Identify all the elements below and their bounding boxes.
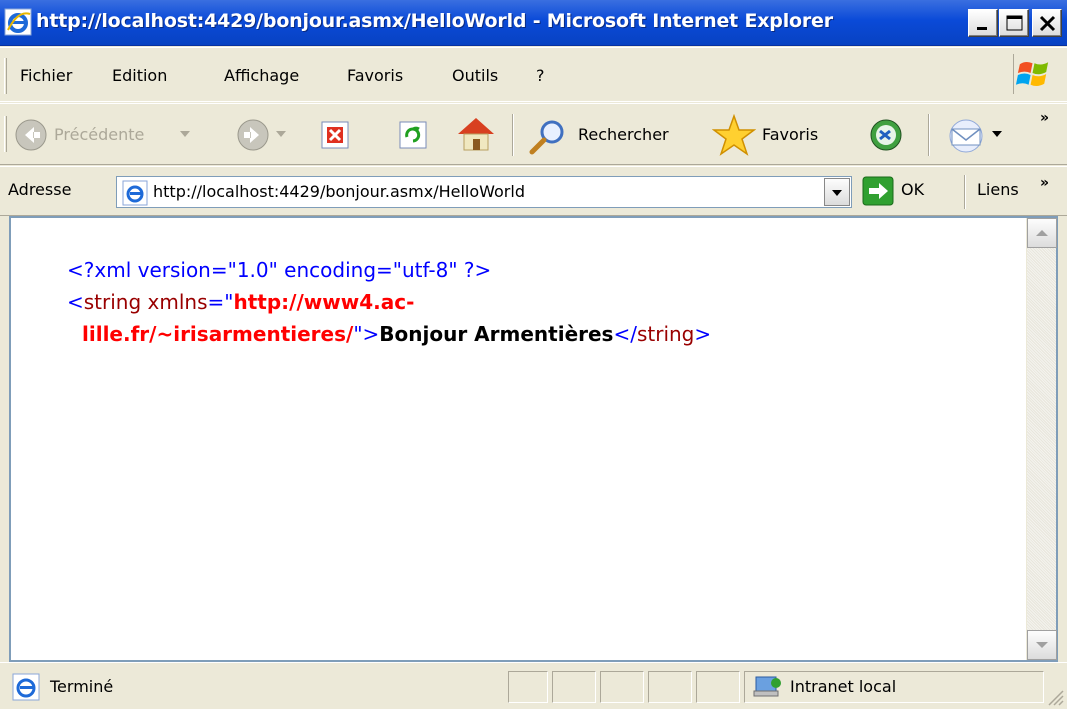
xml-text-value: Bonjour Armentières — [379, 322, 614, 346]
close-icon — [1039, 15, 1056, 32]
intranet-zone-icon — [753, 676, 781, 697]
page-done-icon — [12, 673, 40, 701]
address-dropdown-button[interactable] — [824, 178, 850, 206]
chevron-up-icon — [1036, 230, 1048, 236]
xml-close-tag-end: > — [694, 322, 712, 346]
address-url[interactable]: http://localhost:4429/bonjour.asmx/Hello… — [153, 182, 525, 201]
status-pane — [508, 671, 548, 703]
xml-declaration: <?xml version="1.0" encoding="utf-8" ?> — [67, 258, 491, 282]
divider — [964, 175, 966, 209]
xml-attribute-equals: =" — [207, 290, 234, 314]
status-pane — [600, 671, 644, 703]
mail-dropdown-icon[interactable] — [992, 131, 1002, 139]
internet-explorer-icon — [4, 8, 32, 36]
xml-element-name: string — [83, 290, 142, 314]
menu-bar: Fichier Edition Affichage Favoris Outils… — [0, 46, 1067, 102]
xml-attribute-close-quote: " — [353, 322, 363, 346]
back-arrow-icon[interactable] — [14, 118, 48, 152]
back-dropdown-icon[interactable] — [180, 131, 190, 139]
maximize-icon — [1006, 15, 1023, 31]
xml-open-bracket: < — [67, 290, 84, 314]
menu-favoris[interactable]: Favoris — [347, 66, 403, 85]
xml-element-continue-line: lille.fr/~irisarmentieres/">Bonjour Arme… — [82, 322, 711, 346]
window-title: http://localhost:4429/bonjour.asmx/Hello… — [36, 10, 833, 32]
maximize-button[interactable] — [999, 9, 1029, 37]
minimize-icon — [977, 27, 987, 30]
forward-dropdown-icon[interactable] — [276, 131, 286, 139]
xml-close-bracket: </ — [613, 322, 637, 346]
links-label[interactable]: Liens — [977, 180, 1019, 199]
browser-viewport: <?xml version="1.0" encoding="utf-8" ?> … — [9, 216, 1058, 662]
menu-edition[interactable]: Edition — [112, 66, 167, 85]
toolbar-more-chevron[interactable]: » — [1040, 110, 1049, 126]
scroll-down-button[interactable] — [1027, 630, 1057, 660]
xml-attribute-value-part1: http://www4.ac- — [233, 290, 415, 314]
xml-open-tag-end: > — [362, 322, 380, 346]
divider — [928, 114, 930, 156]
refresh-icon[interactable] — [398, 120, 428, 150]
resize-grip-icon[interactable] — [1045, 687, 1065, 707]
back-button-label[interactable]: Précédente — [54, 125, 144, 144]
status-pane — [648, 671, 692, 703]
go-arrow-icon[interactable] — [862, 176, 894, 206]
chevron-down-icon — [832, 190, 842, 196]
address-input[interactable]: http://localhost:4429/bonjour.asmx/Hello… — [116, 176, 852, 208]
chevron-down-icon — [1036, 642, 1048, 648]
forward-arrow-icon[interactable] — [236, 118, 270, 152]
minimize-button[interactable] — [968, 9, 998, 37]
mail-icon[interactable] — [944, 118, 988, 154]
stop-icon[interactable] — [320, 120, 350, 150]
favorites-button-label[interactable]: Favoris — [762, 125, 818, 144]
status-pane — [696, 671, 740, 703]
vertical-scrollbar[interactable] — [1026, 218, 1057, 660]
menu-affichage[interactable]: Affichage — [224, 66, 299, 85]
address-label: Adresse — [8, 180, 72, 199]
address-bar: Adresse http://localhost:4429/bonjour.as… — [0, 166, 1067, 216]
go-button-label[interactable]: OK — [901, 180, 924, 199]
status-pane — [552, 671, 596, 703]
zone-text: Intranet local — [790, 677, 897, 696]
divider — [512, 114, 514, 156]
divider — [0, 47, 1067, 48]
search-icon[interactable] — [526, 116, 570, 156]
xml-document: <?xml version="1.0" encoding="utf-8" ?> … — [11, 218, 1028, 660]
menu-fichier[interactable]: Fichier — [20, 66, 72, 85]
menu-outils[interactable]: Outils — [452, 66, 498, 85]
standard-toolbar: Précédente Rechercher Favoris » — [0, 103, 1067, 165]
status-bar: Terminé Intranet local — [0, 662, 1067, 709]
xml-attribute-name: xmlns — [141, 290, 208, 314]
xml-declaration-text: <?xml version="1.0" encoding="utf-8" ?> — [67, 258, 492, 282]
home-icon[interactable] — [454, 114, 498, 154]
status-text: Terminé — [50, 677, 114, 696]
toolbar-grip[interactable] — [4, 116, 7, 152]
favorites-star-icon[interactable] — [712, 114, 756, 156]
links-more-chevron[interactable]: » — [1040, 175, 1049, 191]
scroll-up-button[interactable] — [1027, 218, 1057, 248]
page-icon — [122, 180, 148, 206]
xml-attribute-value-part2: lille.fr/~irisarmentieres/ — [82, 322, 354, 346]
search-button-label[interactable]: Rechercher — [578, 125, 669, 144]
toolbar-grip[interactable] — [4, 58, 7, 94]
xml-close-element-name: string — [636, 322, 695, 346]
windows-logo-icon — [1013, 54, 1049, 94]
media-icon[interactable] — [866, 117, 906, 153]
close-button[interactable] — [1032, 9, 1062, 37]
xml-element-open-line: <string xmlns="http://www4.ac- — [67, 290, 414, 314]
title-bar[interactable]: http://localhost:4429/bonjour.asmx/Hello… — [0, 0, 1067, 46]
menu-help[interactable]: ? — [536, 66, 545, 85]
